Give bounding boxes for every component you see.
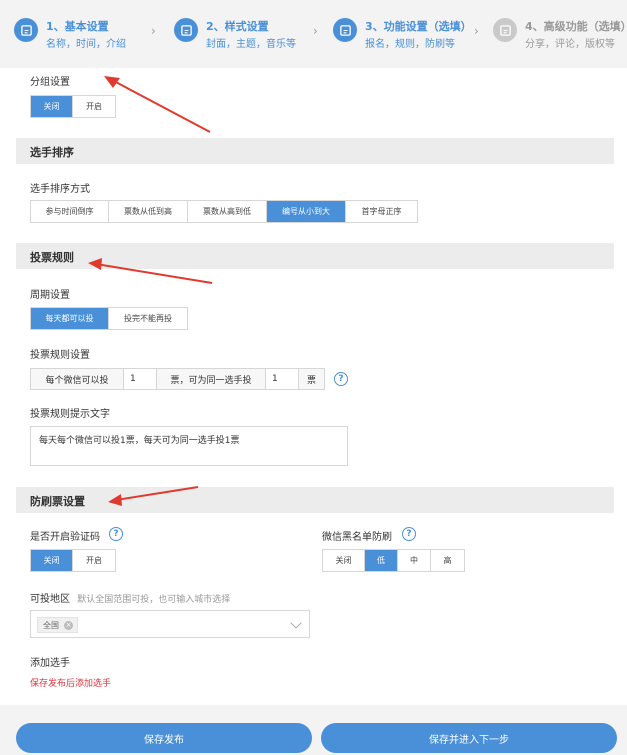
step-title: 2、样式设置 <box>206 20 269 33</box>
period-segment: 每天都可以投 投完不能再投 <box>30 307 188 330</box>
step-4[interactable]: 4、高级功能（选填） 分享，评论，版权等 <box>493 10 627 58</box>
blacklist-high-option[interactable]: 高 <box>431 550 464 571</box>
section-title: 选手排序 <box>30 146 74 159</box>
step-title: 1、基本设置 <box>46 20 109 33</box>
region-label: 可投地区 <box>30 594 70 605</box>
section-vote-rules: 投票规则 <box>16 243 614 269</box>
prompt-textarea[interactable]: 每天每个微信可以投1票，每天可为同一选手投1票 <box>30 426 348 466</box>
edit-icon <box>333 18 357 42</box>
group-on-option[interactable]: 开启 <box>73 96 115 117</box>
step-subtitle: 名称，时间，介绍 <box>46 39 126 50</box>
prompt-text-label: 投票规则提示文字 <box>30 409 110 420</box>
captcha-toggle: 关闭 开启 <box>30 549 116 572</box>
period-label: 周期设置 <box>30 290 70 301</box>
chevron-right-icon: › <box>474 24 479 38</box>
group-setting-label: 分组设置 <box>30 77 70 88</box>
sort-option-votes-asc[interactable]: 票数从低到高 <box>109 201 188 222</box>
step-subtitle: 报名，规则，防刷等 <box>365 39 455 50</box>
sort-method-label: 选手排序方式 <box>30 184 90 195</box>
region-tag: 全国 × <box>37 617 78 633</box>
period-once-option[interactable]: 投完不能再投 <box>109 308 187 329</box>
step-subtitle: 分享，评论，版权等 <box>525 39 615 50</box>
chevron-down-icon[interactable] <box>290 617 302 629</box>
save-next-button[interactable]: 保存并进入下一步 <box>321 723 617 753</box>
captcha-on-option[interactable]: 开启 <box>73 550 115 571</box>
close-icon[interactable]: × <box>64 621 73 630</box>
rule-suffix: 票 <box>298 368 325 390</box>
blacklist-mid-option[interactable]: 中 <box>398 550 431 571</box>
captcha-off-option[interactable]: 关闭 <box>31 550 73 571</box>
votes-per-wechat-input[interactable]: 1 <box>123 368 157 390</box>
region-hint: 默认全国范围可投，也可输入城市选择 <box>77 595 231 605</box>
help-icon[interactable]: ? <box>109 527 123 541</box>
add-player-label: 添加选手 <box>30 658 70 669</box>
step-1[interactable]: 1、基本设置 名称，时间，介绍 <box>14 10 164 58</box>
step-title: 4、高级功能（选填） <box>525 20 627 33</box>
period-daily-option[interactable]: 每天都可以投 <box>31 308 109 329</box>
rule-setting-label: 投票规则设置 <box>30 350 90 361</box>
captcha-label: 是否开启验证码 <box>30 532 100 543</box>
section-player-sort: 选手排序 <box>16 138 614 164</box>
chevron-right-icon: › <box>151 24 156 38</box>
blacklist-off-option[interactable]: 关闭 <box>323 550 365 571</box>
region-select[interactable]: 全国 × <box>30 610 310 638</box>
sort-option-join-time[interactable]: 参与时间倒序 <box>31 201 109 222</box>
annotation-arrow <box>111 79 211 133</box>
help-icon[interactable]: ? <box>402 527 416 541</box>
edit-icon <box>174 18 198 42</box>
sort-option-votes-desc[interactable]: 票数从高到低 <box>188 201 267 222</box>
step-2[interactable]: 2、样式设置 封面，主题，音乐等 <box>174 10 324 58</box>
annotation-arrow-head <box>104 76 120 88</box>
chevron-right-icon: › <box>313 24 318 38</box>
region-tag-label: 全国 <box>43 620 59 630</box>
step-title: 3、功能设置（选填） <box>365 20 472 33</box>
section-title: 投票规则 <box>30 251 74 264</box>
edit-icon <box>14 18 38 42</box>
region-label-row: 可投地区 默认全国范围可投，也可输入城市选择 <box>30 590 230 605</box>
sort-method-segment: 参与时间倒序 票数从低到高 票数从高到低 编号从小到大 首字母正序 <box>30 200 418 223</box>
help-icon[interactable]: ? <box>334 372 348 386</box>
section-title: 防刷票设置 <box>30 495 85 508</box>
step-3[interactable]: 3、功能设置（选填） 报名，规则，防刷等 <box>333 10 483 58</box>
group-toggle: 关闭 开启 <box>30 95 116 118</box>
blacklist-low-option[interactable]: 低 <box>365 550 398 571</box>
votes-per-player-input[interactable]: 1 <box>265 368 299 390</box>
blacklist-segment: 关闭 低 中 高 <box>322 549 465 572</box>
sort-option-number-asc[interactable]: 编号从小到大 <box>267 201 346 222</box>
group-off-option[interactable]: 关闭 <box>31 96 73 117</box>
edit-icon <box>493 18 517 42</box>
steps-bar: 1、基本设置 名称，时间，介绍 › 2、样式设置 封面，主题，音乐等 › 3、功… <box>0 0 627 68</box>
sort-option-alpha[interactable]: 首字母正序 <box>346 201 417 222</box>
add-player-hint: 保存发布后添加选手 <box>30 679 112 689</box>
rule-middle: 票，可为同一选手投 <box>156 368 266 390</box>
step-subtitle: 封面，主题，音乐等 <box>206 39 296 50</box>
rule-input-row: 每个微信可以投 1 票，可为同一选手投 1 票 <box>30 368 325 390</box>
rule-prefix: 每个微信可以投 <box>30 368 124 390</box>
blacklist-label: 微信黑名单防刷 <box>322 532 392 543</box>
section-anti-fraud: 防刷票设置 <box>16 487 614 513</box>
save-publish-button[interactable]: 保存发布 <box>16 723 312 753</box>
